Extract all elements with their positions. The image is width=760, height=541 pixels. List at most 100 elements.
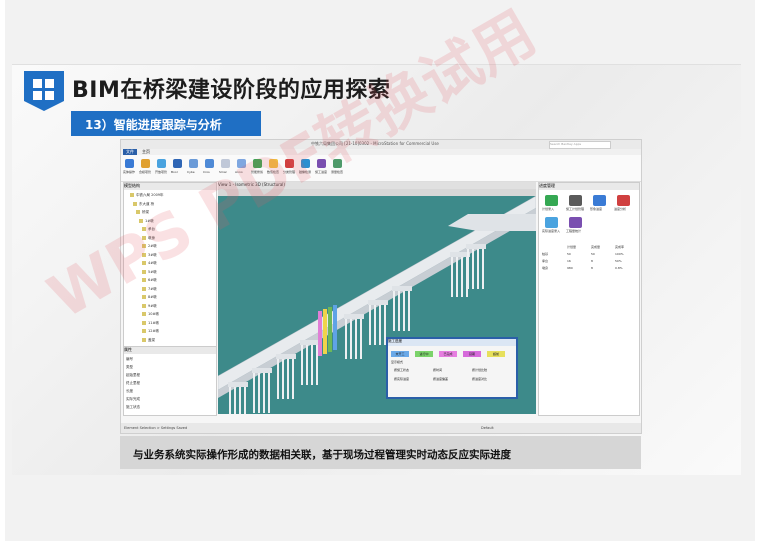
pile — [477, 249, 479, 289]
progress-tool-icon[interactable] — [545, 217, 558, 228]
pier-cap — [300, 340, 320, 345]
progress-tool-icon[interactable] — [545, 195, 558, 206]
legend-chip[interactable]: 超前 — [487, 351, 505, 357]
pile — [263, 373, 265, 413]
status-model: Default — [481, 426, 494, 430]
pier-cap — [392, 286, 412, 291]
pier-cap — [276, 354, 296, 359]
legend-chip[interactable]: 进行中 — [415, 351, 433, 357]
ribbon-button-icon[interactable] — [141, 159, 150, 168]
table-cell: 0.8% — [615, 266, 623, 270]
radio-option[interactable]: 按施工状态 — [394, 368, 409, 372]
tree-item[interactable]: 盖梁 — [142, 337, 155, 343]
pile — [451, 257, 453, 297]
pile — [360, 319, 362, 359]
pile — [316, 345, 318, 385]
progress-tool-label: 形象进度 — [590, 207, 603, 211]
pile — [292, 359, 294, 399]
properties-title: 属性 — [124, 347, 216, 354]
progress-panel-title: 进度管理 — [539, 183, 639, 190]
folder-icon — [142, 303, 146, 308]
pile — [253, 373, 255, 413]
radio-option[interactable]: 按进度偏差 — [433, 377, 448, 381]
pile — [277, 359, 279, 399]
legend-chip[interactable]: 未开工 — [391, 351, 409, 357]
pile — [350, 319, 352, 359]
pile — [461, 257, 463, 297]
table-cell: 桩基 — [542, 252, 549, 256]
search-input[interactable]: Search Bentley Apps — [549, 141, 611, 149]
legend-chip[interactable]: 延期 — [463, 351, 481, 357]
pile — [311, 345, 313, 385]
ribbon-button-icon[interactable] — [173, 159, 182, 168]
pile — [393, 291, 395, 331]
table-cell: 100% — [615, 252, 624, 256]
folder-icon — [130, 193, 134, 197]
pier-highlight-1 — [318, 311, 322, 356]
progress-tool-label: 施工计划管理 — [566, 207, 585, 211]
table-cell: 8 — [591, 259, 593, 263]
pile — [408, 291, 410, 331]
pier-highlight-2 — [323, 309, 327, 354]
table-cell: 墩身 — [542, 266, 549, 270]
status-bar: Element Selection > Settings Saved Defau… — [121, 423, 641, 433]
tree-item-label: 10#墩 — [148, 312, 159, 316]
table-cell: 50% — [615, 259, 622, 263]
pile — [301, 345, 303, 385]
pile — [374, 305, 376, 345]
tree-item[interactable]: 10#墩 — [142, 312, 159, 317]
radio-option[interactable]: 按计划比较 — [472, 368, 487, 372]
radio-option[interactable]: 按实际进度 — [394, 377, 409, 381]
table-header: 计划量 — [567, 245, 577, 249]
pile — [467, 249, 469, 289]
folder-icon — [142, 320, 146, 325]
progress-tool-icon[interactable] — [569, 217, 582, 228]
progress-tool-label: 实际进度录入 — [542, 229, 561, 233]
progress-dialog[interactable]: 施工进度 未开工 进行中 已完成 延期 超前 显示模式 按施工状态 按时间 按计… — [386, 337, 518, 399]
ribbon-button-label: 合模项管 — [139, 170, 152, 174]
tree-item-label: 8#墩 — [148, 295, 157, 299]
folder-icon — [142, 295, 146, 299]
pile — [306, 345, 308, 385]
property-row: 终止里程 — [126, 381, 140, 385]
table-cell: 承台 — [542, 259, 549, 263]
progress-tool-label: 工程量统计 — [566, 229, 582, 233]
pile — [379, 305, 381, 345]
property-row: 起始里程 — [126, 373, 140, 377]
pile — [244, 387, 246, 414]
legend-chip[interactable]: 已完成 — [439, 351, 457, 357]
ribbon-button-label: Bool — [171, 170, 178, 174]
dialog-section: 显示模式 — [391, 360, 404, 364]
pier-highlight-3 — [328, 307, 332, 352]
radio-option[interactable]: 按进度对比 — [472, 377, 487, 381]
table-cell: 50 — [567, 252, 571, 256]
tree-item[interactable]: 12#墩 — [142, 329, 159, 334]
tree-item-label: 9#墩 — [148, 303, 157, 308]
property-row: 类型 — [126, 365, 133, 369]
pier-cap — [344, 314, 364, 319]
pile — [456, 257, 458, 297]
property-row: 施工状态 — [126, 405, 140, 409]
table-header: 完成率 — [615, 245, 625, 249]
pile — [282, 359, 284, 399]
tree-item[interactable]: 9#墩 — [142, 303, 157, 309]
ribbon-button-icon[interactable] — [157, 159, 166, 168]
progress-tool-icon[interactable] — [569, 195, 582, 206]
radio-option[interactable]: 按时间 — [433, 368, 442, 372]
tree-item[interactable]: 11#墩 — [142, 320, 159, 326]
pile — [472, 249, 474, 289]
tree-item-label: 11#墩 — [148, 320, 159, 325]
cap-beam-far — [448, 214, 536, 231]
folder-icon — [142, 312, 146, 316]
pier-cap — [228, 382, 248, 387]
pile — [482, 249, 484, 289]
pile — [398, 291, 400, 331]
pile — [234, 387, 236, 414]
ribbon-button-icon[interactable] — [125, 159, 134, 168]
progress-tool-icon[interactable] — [617, 195, 630, 206]
property-row: 实际完成 — [126, 397, 140, 401]
folder-icon — [142, 329, 146, 333]
tree-item[interactable]: 8#墩 — [142, 295, 157, 300]
pile — [258, 373, 260, 413]
progress-tool-icon[interactable] — [593, 195, 606, 206]
